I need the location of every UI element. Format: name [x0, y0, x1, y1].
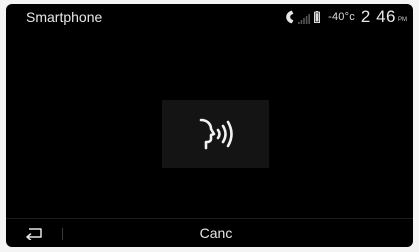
- voice-recognition-panel: [162, 100, 269, 168]
- status-indicators: -40°c 2 46 PM: [285, 6, 407, 28]
- voice-recognition-icon: [199, 118, 233, 150]
- cancel-button[interactable]: Canc: [156, 222, 276, 244]
- clock-time: 2 46: [360, 7, 396, 26]
- status-bar: Smartphone -40°c 2 46 PM: [6, 4, 413, 30]
- back-arrow-icon: [26, 228, 42, 240]
- temperature-readout: -40°c: [328, 11, 355, 23]
- bottom-bar: Canc: [6, 218, 413, 247]
- smartphone-voice-screen: Smartphone -40°c 2 46 PM Canc: [6, 4, 413, 247]
- signal-strength-icon: [298, 13, 311, 24]
- battery-icon: [314, 11, 321, 23]
- phone-icon: [286, 10, 294, 24]
- toolbar-divider: [62, 228, 63, 240]
- clock-ampm: PM: [398, 17, 407, 23]
- page-title: Smartphone: [26, 9, 103, 25]
- back-button[interactable]: [20, 222, 56, 244]
